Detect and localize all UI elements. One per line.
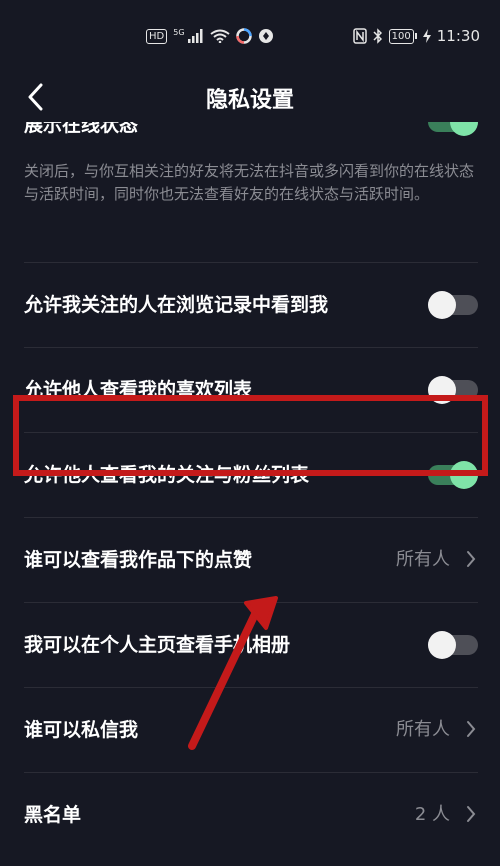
wifi-icon xyxy=(209,29,230,43)
setting-value: 所有人 xyxy=(396,719,450,740)
setting-label: 允许我关注的人在浏览记录中看到我 xyxy=(24,294,329,316)
chevron-right-icon xyxy=(467,551,476,567)
setting-value: 所有人 xyxy=(396,549,450,570)
status-icons-right: 100 11:30 xyxy=(352,26,480,46)
online-status-description: 关闭后，与你互相关注的好友将无法在抖音或多闪看到你的在线状态与活跃时间，同时你也… xyxy=(24,162,475,203)
nfc-icon xyxy=(352,28,367,44)
page-title: 隐私设置 xyxy=(205,88,294,113)
hd-badge: HD xyxy=(146,28,168,44)
setting-label: 黑名单 xyxy=(24,804,82,826)
setting-label: 谁可以查看我作品下的点赞 xyxy=(24,549,253,571)
online-status-label: 展示在线状态 xyxy=(24,122,139,136)
clock: 11:30 xyxy=(436,27,480,45)
phone-album-toggle[interactable] xyxy=(428,631,478,659)
battery-level: 100 xyxy=(388,28,414,44)
online-status-toggle[interactable] xyxy=(428,122,478,136)
cellular-signal-icon xyxy=(187,29,203,43)
setting-row-history-visibility[interactable]: 允许我关注的人在浏览记录中看到我 xyxy=(0,263,500,347)
network-type-label: 5G xyxy=(173,27,185,37)
setting-row-phone-album[interactable]: 我可以在个人主页查看手机相册 xyxy=(0,603,500,687)
setting-row-blacklist[interactable]: 黑名单 2 人 xyxy=(0,773,500,857)
annotation-highlight-box xyxy=(13,395,488,476)
nav-bar: 隐私设置 xyxy=(0,72,500,122)
settings-list: 展示在线状态 关闭后，与你互相关注的好友将无法在抖音或多闪看到你的在线状态与活跃… xyxy=(0,122,500,866)
setting-label: 我可以在个人主页查看手机相册 xyxy=(24,634,291,656)
setting-row-like-visibility[interactable]: 谁可以查看我作品下的点赞 所有人 xyxy=(0,518,500,602)
charging-icon xyxy=(422,29,431,43)
online-status-row: 展示在线状态 关闭后，与你互相关注的好友将无法在抖音或多闪看到你的在线状态与活跃… xyxy=(0,122,500,262)
app-notification-icon xyxy=(235,28,252,44)
chevron-right-icon xyxy=(467,721,476,737)
setting-value: 2 人 xyxy=(414,804,450,825)
setting-label: 谁可以私信我 xyxy=(24,719,139,741)
battery-icon: 100 xyxy=(388,28,417,44)
sync-notification-icon xyxy=(258,29,273,43)
setting-row-direct-message[interactable]: 谁可以私信我 所有人 xyxy=(0,688,500,772)
chevron-right-icon xyxy=(467,806,476,822)
history-visibility-toggle[interactable] xyxy=(428,291,478,319)
status-icons-left: HD 5G xyxy=(146,26,274,46)
bluetooth-icon xyxy=(373,28,382,44)
status-bar: HD 5G 100 11:30 xyxy=(0,0,500,72)
